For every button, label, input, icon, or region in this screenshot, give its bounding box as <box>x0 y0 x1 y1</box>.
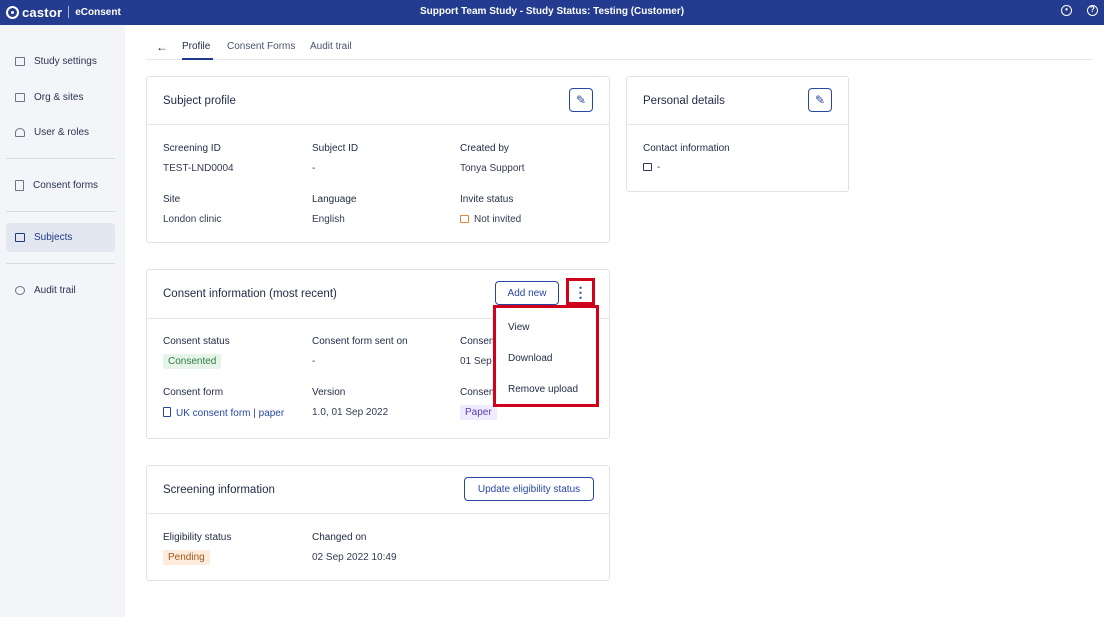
sidebar-item-label: Org & sites <box>34 92 84 103</box>
sidebar-divider <box>6 211 115 212</box>
back-arrow-icon[interactable]: ← <box>156 40 168 54</box>
consent-actions-menu: View Download Remove upload <box>493 305 599 407</box>
more-vertical-icon: ⋮ <box>573 283 588 300</box>
user-circle-icon[interactable]: • <box>1061 5 1072 16</box>
card-header: Screening information Update eligibility… <box>147 466 609 514</box>
edit-personal-details-button[interactable]: ✎ <box>808 88 832 112</box>
invite-status-text: Not invited <box>474 214 522 225</box>
contact-information-label: Contact information <box>643 143 730 154</box>
consent-date-label: Consen <box>460 336 495 347</box>
consent-sent-on-label: Consent form sent on <box>312 336 408 347</box>
card-header: Personal details ✎ <box>627 77 848 125</box>
document-icon <box>163 407 171 417</box>
contact-text: - <box>657 162 661 173</box>
language-label: Language <box>312 194 357 205</box>
screening-information-card: Screening information Update eligibility… <box>146 465 610 581</box>
eligibility-status-badge: Pending <box>163 550 210 565</box>
card-title: Personal details <box>643 95 725 107</box>
sidebar-item-audit-trail[interactable]: Audit trail <box>6 276 115 305</box>
sidebar-divider <box>6 263 115 264</box>
sidebar-item-label: Audit trail <box>34 285 76 296</box>
consent-status-label: Consent status <box>163 336 230 347</box>
personal-details-card: Personal details ✎ Contact information - <box>626 76 849 192</box>
book-icon <box>15 57 25 66</box>
mail-icon <box>643 163 652 171</box>
users-icon <box>15 128 25 137</box>
consent-type-badge: Paper <box>460 405 497 420</box>
sidebar: Study settings Org & sites User & roles … <box>0 25 125 617</box>
tab-consent-forms[interactable]: Consent Forms <box>227 41 295 52</box>
changed-on-value: 02 Sep 2022 10:49 <box>312 552 397 563</box>
card-title: Screening information <box>163 484 275 496</box>
mail-warning-icon <box>460 215 469 223</box>
invite-status-label: Invite status <box>460 194 514 205</box>
sidebar-item-consent-forms[interactable]: Consent forms <box>6 171 115 200</box>
active-tab-indicator <box>182 58 213 60</box>
add-new-button[interactable]: Add new <box>495 281 559 305</box>
sidebar-item-study-settings[interactable]: Study settings <box>6 47 115 76</box>
version-label: Version <box>312 387 346 398</box>
sidebar-item-label: Subjects <box>34 232 73 243</box>
study-title: Support Team Study - Study Status: Testi… <box>419 6 685 17</box>
sidebar-item-subjects[interactable]: Subjects <box>6 223 115 252</box>
language-value: English <box>312 214 345 225</box>
subjects-icon <box>15 233 25 242</box>
invite-status-value: Not invited <box>460 214 521 225</box>
subject-id-label: Subject ID <box>312 143 359 154</box>
sidebar-item-label: User & roles <box>34 127 90 138</box>
menu-item-remove-upload[interactable]: Remove upload <box>508 384 578 395</box>
building-icon <box>15 93 25 102</box>
tab-profile[interactable]: Profile <box>182 41 210 52</box>
pencil-icon: ✎ <box>575 93 587 107</box>
sidebar-item-org-sites[interactable]: Org & sites <box>6 83 115 112</box>
eligibility-status-label: Eligibility status <box>163 532 232 543</box>
menu-item-download[interactable]: Download <box>508 353 552 364</box>
consent-form-link-text: UK consent form | paper <box>176 408 285 419</box>
card-title: Consent information (most recent) <box>163 288 337 300</box>
contact-information-value: - <box>643 162 660 173</box>
screening-id-label: Screening ID <box>163 143 221 154</box>
screening-id-value: TEST-LND0004 <box>163 163 234 174</box>
consent-sent-on-value: - <box>312 356 316 367</box>
consent-form-label: Consent form <box>163 387 224 398</box>
site-label: Site <box>163 194 181 205</box>
sidebar-item-label: Study settings <box>34 56 97 67</box>
sidebar-divider <box>6 158 115 159</box>
tab-bar: ← Profile Consent Forms Audit trail <box>146 35 1092 60</box>
changed-on-label: Changed on <box>312 532 367 543</box>
consent-status-badge: Consented <box>163 354 222 369</box>
top-bar: castor eConsent Support Team Study - Stu… <box>0 0 1104 25</box>
history-icon <box>15 286 25 295</box>
subject-profile-card: Subject profile ✎ Screening ID TEST-LND0… <box>146 76 610 243</box>
menu-item-view[interactable]: View <box>508 322 530 333</box>
update-eligibility-status-button[interactable]: Update eligibility status <box>464 477 594 501</box>
subject-id-value: - <box>312 163 316 174</box>
pencil-icon: ✎ <box>814 93 826 107</box>
version-value: 1.0, 01 Sep 2022 <box>312 407 389 418</box>
sidebar-item-user-roles[interactable]: User & roles <box>6 118 115 147</box>
site-value: London clinic <box>163 214 222 225</box>
created-by-label: Created by <box>460 143 509 154</box>
consent-form-link[interactable]: UK consent form | paper <box>163 407 284 419</box>
tab-audit-trail[interactable]: Audit trail <box>310 41 352 52</box>
help-icon[interactable]: ? <box>1087 5 1098 16</box>
more-options-button[interactable]: ⋮ <box>566 278 595 305</box>
consent-type-label: Consen <box>460 387 495 398</box>
edit-subject-profile-button[interactable]: ✎ <box>569 88 593 112</box>
created-by-value: Tonya Support <box>460 163 525 174</box>
card-title: Subject profile <box>163 95 236 107</box>
sidebar-item-label: Consent forms <box>33 180 99 191</box>
card-header: Subject profile ✎ <box>147 77 609 125</box>
document-icon <box>15 180 24 191</box>
consent-date-value: 01 Sep <box>460 356 492 367</box>
